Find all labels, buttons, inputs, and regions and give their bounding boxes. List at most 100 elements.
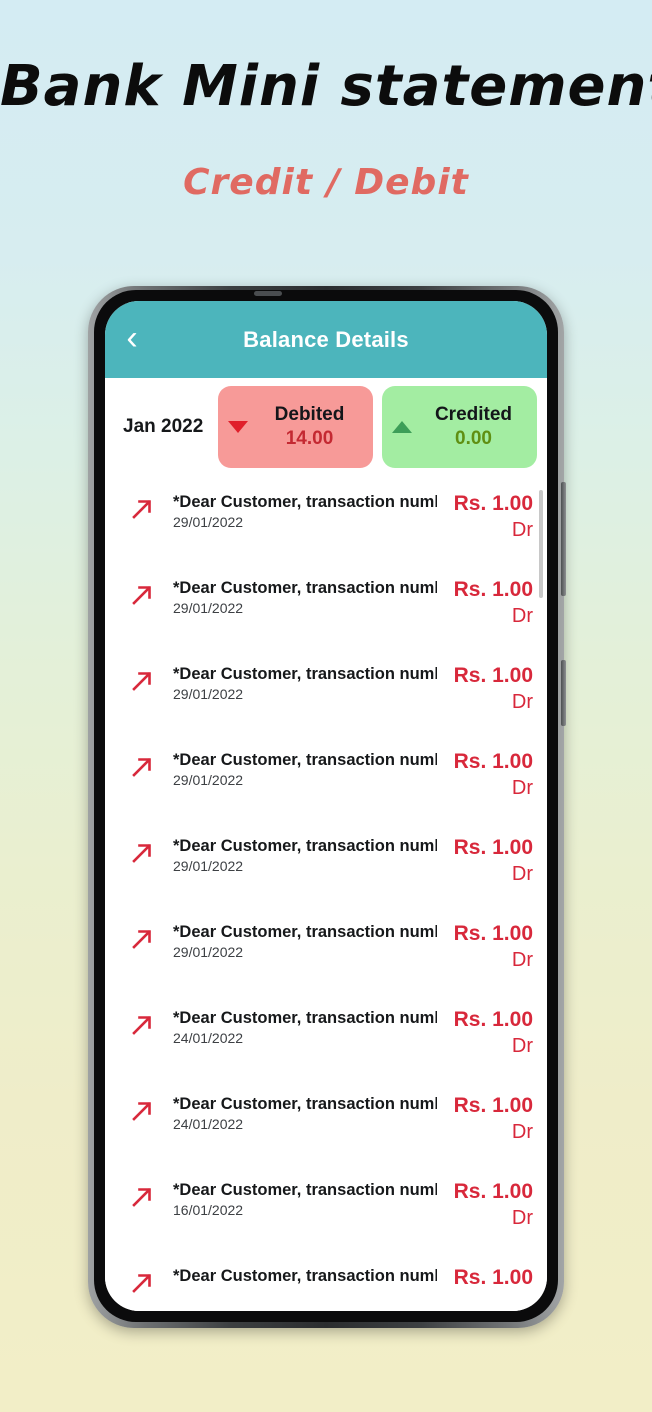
debited-badge-texts: Debited 14.00 <box>252 403 373 451</box>
transaction-body: *Dear Customer, transaction number… 29/0… <box>173 750 437 790</box>
arrow-up-right-icon <box>127 922 173 959</box>
transaction-amount-value: Rs. 1.00 <box>453 1180 533 1203</box>
transaction-amount-type: Dr <box>511 777 533 800</box>
transaction-date: 24/01/2022 <box>173 1029 244 1046</box>
transaction-description: *Dear Customer, transaction number… <box>173 751 437 769</box>
transaction-description: *Dear Customer, transaction number… <box>173 923 437 941</box>
triangle-down-icon <box>228 421 248 433</box>
transaction-description: *Dear Customer, transaction number… <box>173 493 437 511</box>
arrow-up-right-icon <box>127 1266 173 1303</box>
credited-badge-texts: Credited 0.00 <box>416 403 537 451</box>
transaction-amount-value: Rs. 1.00 <box>453 836 533 859</box>
power-button[interactable] <box>561 660 566 726</box>
transaction-amount: Rs. 1.00 Dr <box>437 1094 533 1148</box>
transaction-amount-value: Rs. 1.00 <box>453 922 533 945</box>
transaction-amount-value: Rs. 1.00 <box>453 1094 533 1117</box>
summary-strip: Jan 2022 Debited 14.00 Credited 0.00 <box>105 378 547 476</box>
transaction-amount: Rs. 1.00 Dr <box>437 578 533 632</box>
transaction-amount: Rs. 1.00 Dr <box>437 492 533 546</box>
transaction-body: *Dear Customer, transaction number… 29/0… <box>173 836 437 876</box>
transaction-date: 29/01/2022 <box>173 513 244 530</box>
transaction-amount-value: Rs. 1.00 <box>453 1008 533 1031</box>
transaction-description: *Dear Customer, transaction number… <box>173 665 437 683</box>
transaction-amount: Rs. 1.00 Dr <box>437 1008 533 1062</box>
transaction-amount: Rs. 1.00 Dr <box>437 836 533 890</box>
transaction-date: 29/01/2022 <box>173 599 244 616</box>
transaction-row[interactable]: *Dear Customer, transaction number… 29/0… <box>105 820 547 906</box>
transaction-amount-type: Dr <box>511 1035 533 1058</box>
transaction-row[interactable]: *Dear Customer, transaction number… 29/0… <box>105 648 547 734</box>
transaction-date: 29/01/2022 <box>173 685 244 702</box>
arrow-up-right-icon <box>127 1094 173 1131</box>
transaction-row[interactable]: *Dear Customer, transaction number… 29/0… <box>105 734 547 820</box>
transaction-body: *Dear Customer, transaction number… 29/0… <box>173 664 437 704</box>
credited-label: Credited <box>434 403 513 425</box>
arrow-up-right-icon <box>127 1180 173 1217</box>
transaction-amount: Rs. 1.00 Dr <box>437 922 533 976</box>
transaction-row[interactable]: *Dear Customer, transaction number… Rs. … <box>105 1250 547 1311</box>
debited-badge[interactable]: Debited 14.00 <box>218 386 373 468</box>
transaction-description: *Dear Customer, transaction number… <box>173 579 437 597</box>
transaction-row[interactable]: *Dear Customer, transaction number… 29/0… <box>105 906 547 992</box>
arrow-up-right-icon <box>127 836 173 873</box>
list-scrollbar[interactable] <box>539 482 545 1302</box>
transaction-date: 29/01/2022 <box>173 943 244 960</box>
transaction-row[interactable]: *Dear Customer, transaction number… 29/0… <box>105 562 547 648</box>
transaction-description: *Dear Customer, transaction number… <box>173 1181 437 1199</box>
transaction-row[interactable]: *Dear Customer, transaction number… 29/0… <box>105 476 547 562</box>
arrow-up-right-icon <box>127 1008 173 1045</box>
transaction-description: *Dear Customer, transaction number… <box>173 837 437 855</box>
arrow-up-right-icon <box>127 578 173 615</box>
transaction-body: *Dear Customer, transaction number… 24/0… <box>173 1008 437 1048</box>
credited-badge[interactable]: Credited 0.00 <box>382 386 537 468</box>
debited-value: 14.00 <box>285 427 334 449</box>
transaction-amount: Rs. 1.00 Dr <box>437 750 533 804</box>
arrow-up-right-icon <box>127 664 173 701</box>
earpiece-speaker <box>254 291 282 296</box>
transaction-description: *Dear Customer, transaction number… <box>173 1009 437 1027</box>
transaction-description: *Dear Customer, transaction number… <box>173 1095 437 1113</box>
transaction-amount-value: Rs. 1.00 <box>453 1266 533 1289</box>
transaction-amount: Rs. 1.00 <box>437 1266 533 1289</box>
transaction-amount-type: Dr <box>511 691 533 714</box>
transaction-amount-type: Dr <box>511 863 533 886</box>
page-subtitle: Credit / Debit <box>183 162 469 203</box>
transaction-amount-value: Rs. 1.00 <box>453 664 533 687</box>
transaction-body: *Dear Customer, transaction number… 16/0… <box>173 1180 437 1220</box>
transaction-date: 16/01/2022 <box>173 1201 244 1218</box>
volume-button[interactable] <box>561 482 566 596</box>
credited-value: 0.00 <box>455 427 492 449</box>
transaction-amount-value: Rs. 1.00 <box>453 750 533 773</box>
transaction-amount: Rs. 1.00 Dr <box>437 1180 533 1234</box>
app-bar-title: Balance Details <box>243 326 409 352</box>
transaction-date: 29/01/2022 <box>173 771 244 788</box>
transaction-amount-value: Rs. 1.00 <box>453 492 533 515</box>
summary-badges: Debited 14.00 Credited 0.00 <box>218 386 537 468</box>
transaction-body: *Dear Customer, transaction number… 29/0… <box>173 922 437 962</box>
phone-mockup: ‹ Balance Details Jan 2022 Debited 14.00… <box>88 286 566 1328</box>
transaction-row[interactable]: *Dear Customer, transaction number… 24/0… <box>105 1078 547 1164</box>
transaction-amount-value: Rs. 1.00 <box>453 578 533 601</box>
transaction-amount-type: Dr <box>511 519 533 542</box>
arrow-up-right-icon <box>127 492 173 529</box>
transaction-body: *Dear Customer, transaction number… 29/0… <box>173 492 437 532</box>
transaction-body: *Dear Customer, transaction number… <box>173 1266 437 1287</box>
transaction-list[interactable]: *Dear Customer, transaction number… 29/0… <box>105 476 547 1311</box>
transaction-row[interactable]: *Dear Customer, transaction number… 16/0… <box>105 1164 547 1250</box>
transaction-amount: Rs. 1.00 Dr <box>437 664 533 718</box>
transaction-date: 24/01/2022 <box>173 1115 244 1132</box>
transaction-description: *Dear Customer, transaction number… <box>173 1267 437 1285</box>
app-bar: ‹ Balance Details <box>105 301 547 378</box>
transaction-amount-type: Dr <box>511 949 533 972</box>
transaction-amount-type: Dr <box>511 605 533 628</box>
arrow-up-right-icon <box>127 750 173 787</box>
transaction-amount-type: Dr <box>511 1207 533 1230</box>
transaction-amount-type: Dr <box>511 1121 533 1144</box>
list-scrollbar-thumb[interactable] <box>539 490 543 598</box>
transaction-row[interactable]: *Dear Customer, transaction number… 24/0… <box>105 992 547 1078</box>
transaction-body: *Dear Customer, transaction number… 24/0… <box>173 1094 437 1134</box>
debited-label: Debited <box>274 403 345 425</box>
transaction-date: 29/01/2022 <box>173 857 244 874</box>
phone-screen: ‹ Balance Details Jan 2022 Debited 14.00… <box>105 301 547 1311</box>
period-label: Jan 2022 <box>123 416 204 437</box>
